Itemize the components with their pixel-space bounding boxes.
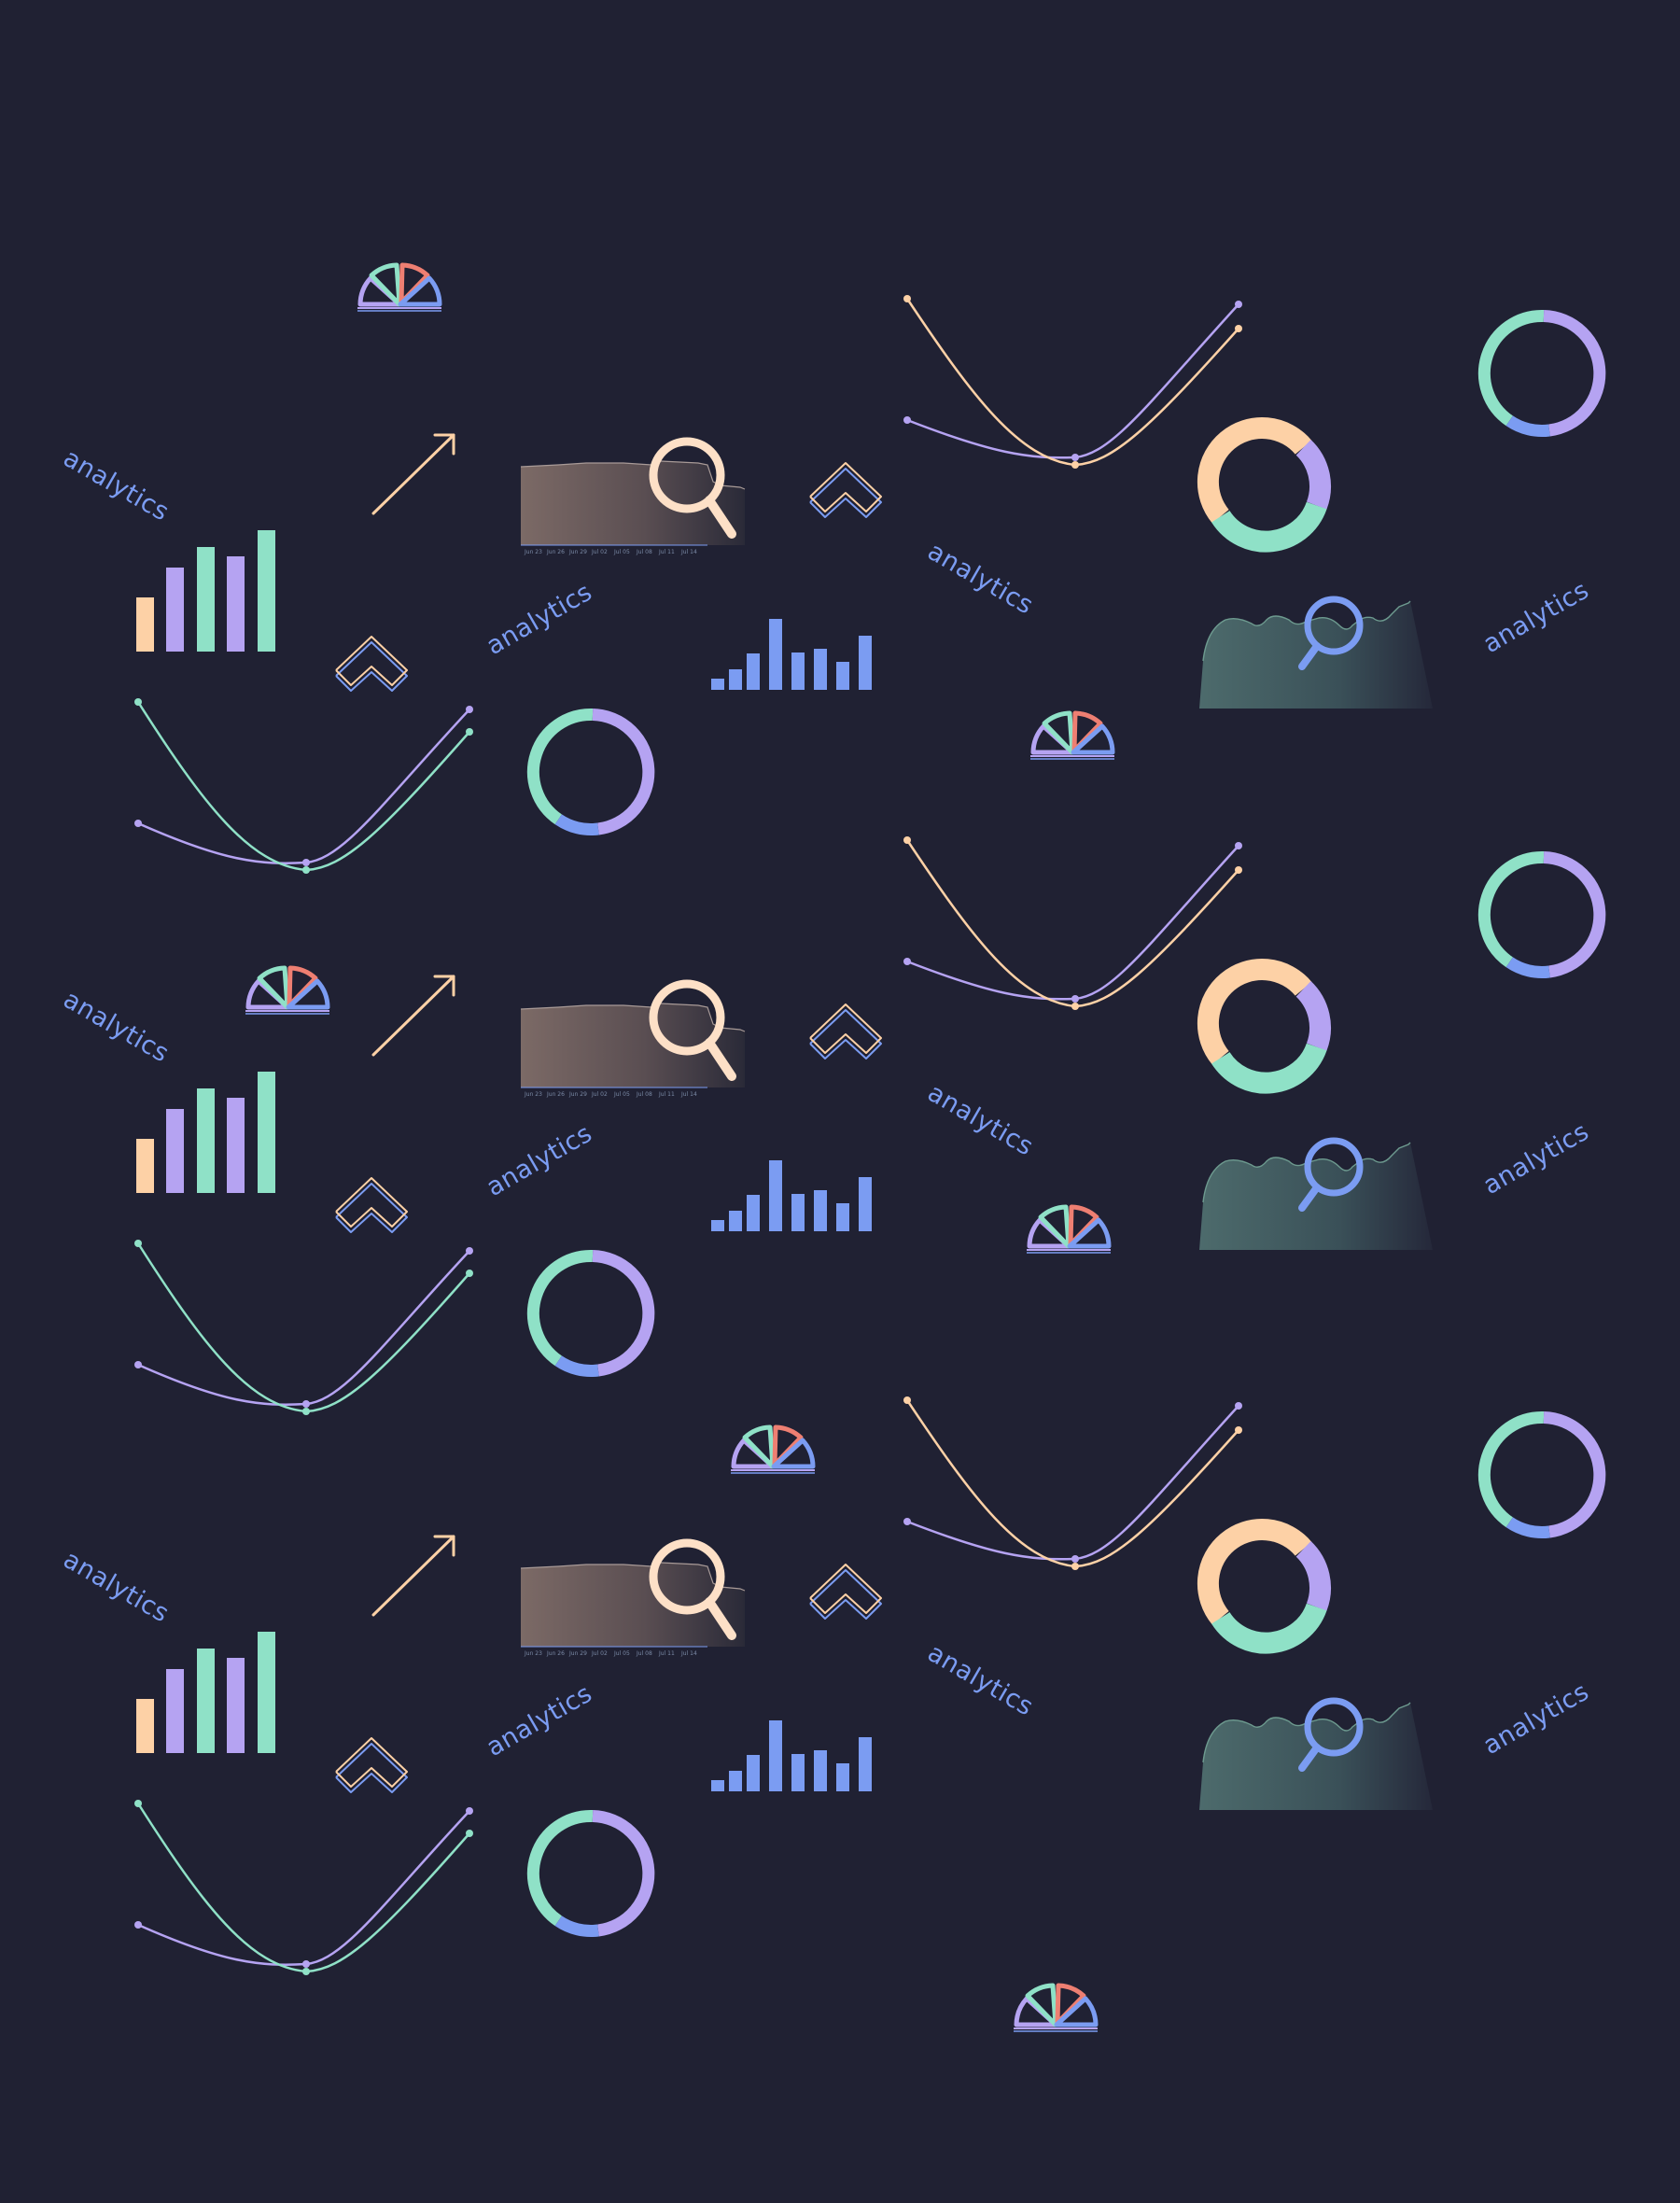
parabola-curves-icon — [902, 1395, 1244, 1572]
analytics-label: analytics — [1478, 1677, 1594, 1761]
tick-label: Jul 02 — [591, 1650, 608, 1657]
donut-chart-icon — [1208, 1530, 1320, 1644]
donut-ring-icon — [1484, 316, 1599, 430]
donut-ring-icon — [533, 1256, 648, 1370]
bar-chart-icon — [136, 1072, 275, 1193]
tick-label: Jul 08 — [636, 1650, 652, 1657]
tick-label: Jun 23 — [524, 549, 542, 555]
chevron-up-icon — [809, 1564, 882, 1620]
tick-label: Jul 05 — [613, 1650, 630, 1657]
donut-chart-icon — [1208, 428, 1320, 542]
analytics-label: analytics — [923, 537, 1039, 620]
parabola-curves-icon — [902, 835, 1244, 1012]
tick-label: Jun 23 — [524, 1650, 542, 1657]
pie-slices-icon — [1014, 1986, 1098, 2031]
mini-bar-chart-icon — [711, 1160, 872, 1231]
tick-label: Jul 11 — [658, 1091, 675, 1098]
pie-slices-icon — [731, 1427, 815, 1473]
parabola-curves-icon — [133, 1798, 475, 1977]
area-chart-search-icon — [1199, 1701, 1433, 1810]
donut-ring-icon — [1484, 857, 1599, 972]
trend-arrow-icon — [371, 975, 455, 1057]
tick-label: Jul 08 — [636, 1091, 652, 1098]
pie-slices-icon — [357, 265, 441, 311]
parabola-curves-icon — [133, 1238, 475, 1417]
analytics-label: analytics — [59, 443, 175, 526]
tick-label: Jun 29 — [568, 1650, 587, 1657]
donut-ring-icon — [533, 714, 648, 829]
chevron-up-icon — [335, 1177, 408, 1233]
donut-ring-icon — [1484, 1417, 1599, 1532]
tick-label: Jul 02 — [591, 549, 608, 555]
analytics-label: analytics — [1478, 1117, 1594, 1200]
area-chart-search-icon — [1199, 1141, 1433, 1250]
donut-chart-icon — [1208, 970, 1320, 1084]
analytics-label: analytics — [482, 578, 597, 661]
tick-label: Jun 26 — [546, 1091, 565, 1098]
tick-label: Jul 14 — [680, 1650, 697, 1657]
chevron-up-icon — [809, 1003, 882, 1059]
pie-slices-icon — [245, 968, 329, 1014]
bar-chart-icon — [136, 530, 275, 652]
tick-label: Jun 29 — [568, 549, 587, 555]
pie-slices-icon — [1027, 1207, 1111, 1253]
area-chart-search-icon — [521, 984, 745, 1087]
trend-arrow-icon — [371, 1535, 455, 1617]
chevron-up-icon — [335, 1737, 408, 1793]
analytics-label: analytics — [482, 1679, 597, 1762]
trend-arrow-icon — [371, 433, 455, 515]
tick-label: Jul 02 — [591, 1091, 608, 1098]
tick-label: Jul 11 — [658, 1650, 675, 1657]
analytics-label: analytics — [1478, 576, 1594, 659]
tick-label: Jul 14 — [680, 1091, 697, 1098]
analytics-label: analytics — [923, 1638, 1039, 1721]
mini-bar-chart-icon — [711, 1720, 872, 1791]
area-chart-search-icon — [1199, 599, 1433, 709]
tick-label: Jul 05 — [613, 549, 630, 555]
tick-label: Jul 14 — [680, 549, 697, 555]
analytics-label: analytics — [59, 985, 175, 1068]
analytics-label: analytics — [923, 1078, 1039, 1161]
chevron-up-icon — [809, 462, 882, 518]
tick-label: Jun 29 — [568, 1091, 587, 1098]
parabola-curves-icon — [902, 293, 1244, 470]
tick-label: Jul 08 — [636, 549, 652, 555]
parabola-curves-icon — [133, 696, 475, 876]
analytics-pattern-canvas: Jun 23 Jun 26 Jun 29 Jul 02 Jul 05 Jul 0… — [59, 0, 1680, 2203]
bar-chart-icon — [136, 1632, 275, 1753]
tick-label: Jun 23 — [524, 1091, 542, 1098]
area-chart-search-icon — [521, 442, 745, 545]
chevron-up-icon — [335, 636, 408, 692]
analytics-label: analytics — [482, 1119, 597, 1202]
mini-bar-chart-icon — [711, 619, 872, 690]
tick-label: Jul 11 — [658, 549, 675, 555]
pie-slices-icon — [1030, 713, 1114, 759]
tick-label: Jul 05 — [613, 1091, 630, 1098]
tick-label: Jun 26 — [546, 549, 565, 555]
donut-ring-icon — [533, 1816, 648, 1930]
area-chart-search-icon — [521, 1543, 745, 1647]
analytics-label: analytics — [59, 1545, 175, 1628]
tick-label: Jun 26 — [546, 1650, 565, 1657]
